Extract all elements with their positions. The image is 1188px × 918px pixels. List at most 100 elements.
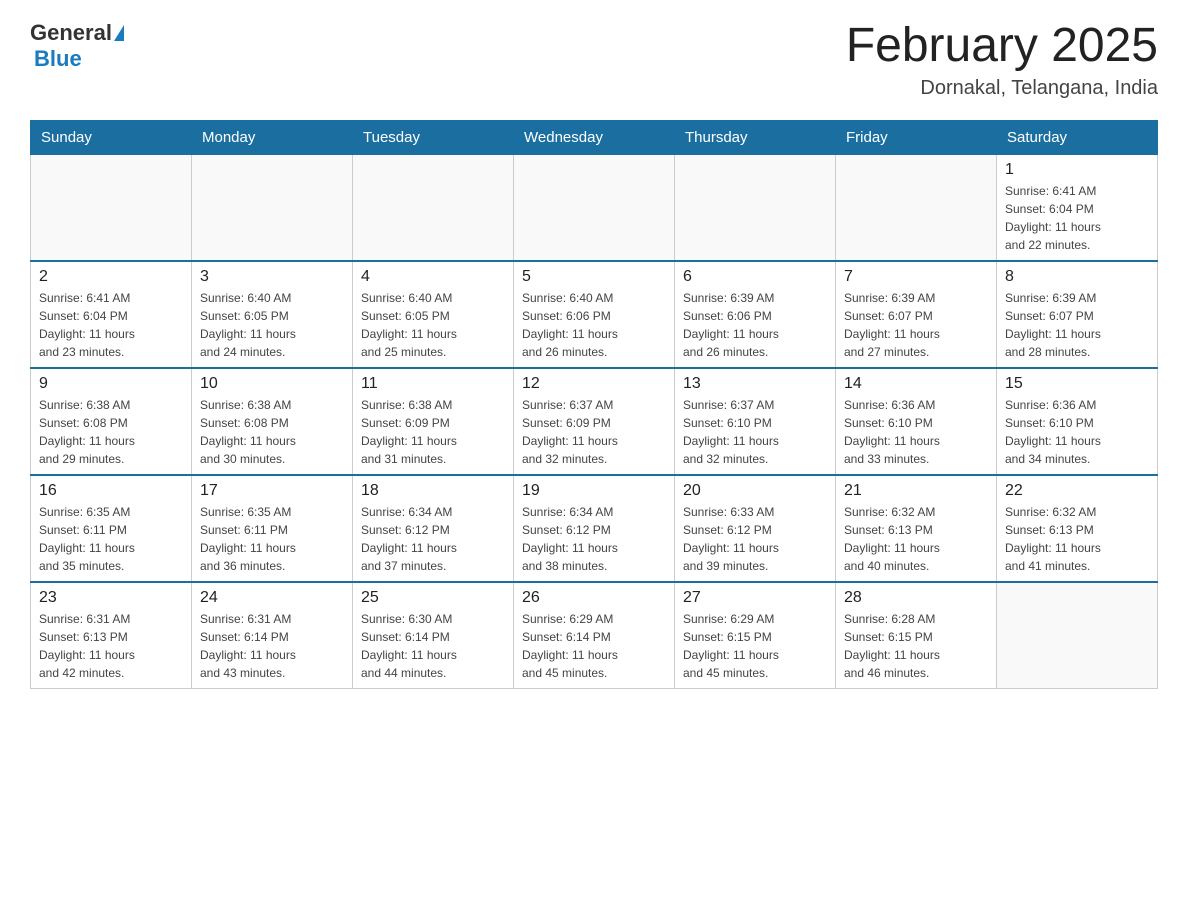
day-info: Sunrise: 6:31 AMSunset: 6:14 PMDaylight:… — [200, 610, 344, 682]
day-info: Sunrise: 6:36 AMSunset: 6:10 PMDaylight:… — [844, 396, 988, 468]
day-number: 10 — [200, 375, 344, 393]
calendar-cell: 19 Sunrise: 6:34 AMSunset: 6:12 PMDayligh… — [514, 475, 675, 582]
calendar-cell: 12 Sunrise: 6:37 AMSunset: 6:09 PMDayligh… — [514, 368, 675, 475]
calendar-cell: 9 Sunrise: 6:38 AMSunset: 6:08 PMDaylight… — [31, 368, 192, 475]
calendar-cell: 2Sunrise: 6:41 AMSunset: 6:04 PMDaylight… — [31, 261, 192, 368]
calendar-subtitle: Dornakal, Telangana, India — [846, 77, 1158, 100]
day-info: Sunrise: 6:34 AMSunset: 6:12 PMDaylight:… — [361, 503, 505, 575]
calendar-week-row: 23 Sunrise: 6:31 AMSunset: 6:13 PMDayligh… — [31, 582, 1158, 689]
calendar-cell: 28 Sunrise: 6:28 AMSunset: 6:15 PMDayligh… — [836, 582, 997, 689]
day-number: 19 — [522, 482, 666, 500]
day-number: 24 — [200, 589, 344, 607]
calendar-cell: 26Sunrise: 6:29 AMSunset: 6:14 PMDayligh… — [514, 582, 675, 689]
day-of-week-header: Monday — [192, 120, 353, 154]
calendar-cell: 5Sunrise: 6:40 AMSunset: 6:06 PMDaylight… — [514, 261, 675, 368]
calendar-week-row: 1 Sunrise: 6:41 AMSunset: 6:04 PMDaylight… — [31, 154, 1158, 261]
calendar-cell — [836, 154, 997, 261]
day-number: 25 — [361, 589, 505, 607]
day-info: Sunrise: 6:32 AMSunset: 6:13 PMDaylight:… — [1005, 503, 1149, 575]
day-number: 11 — [361, 375, 505, 393]
day-info: Sunrise: 6:33 AMSunset: 6:12 PMDaylight:… — [683, 503, 827, 575]
day-info: Sunrise: 6:29 AMSunset: 6:15 PMDaylight:… — [683, 610, 827, 682]
day-number: 9 — [39, 375, 183, 393]
calendar-cell: 23 Sunrise: 6:31 AMSunset: 6:13 PMDayligh… — [31, 582, 192, 689]
day-of-week-header: Friday — [836, 120, 997, 154]
day-info: Sunrise: 6:38 AMSunset: 6:08 PMDaylight:… — [200, 396, 344, 468]
calendar-cell: 7Sunrise: 6:39 AMSunset: 6:07 PMDaylight… — [836, 261, 997, 368]
calendar-table: SundayMondayTuesdayWednesdayThursdayFrid… — [30, 120, 1158, 689]
day-info: Sunrise: 6:40 AMSunset: 6:05 PMDaylight:… — [200, 289, 344, 361]
calendar-cell: 24 Sunrise: 6:31 AMSunset: 6:14 PMDayligh… — [192, 582, 353, 689]
day-info: Sunrise: 6:41 AMSunset: 6:04 PMDaylight:… — [1005, 182, 1149, 254]
day-number: 14 — [844, 375, 988, 393]
calendar-cell: 27Sunrise: 6:29 AMSunset: 6:15 PMDayligh… — [675, 582, 836, 689]
calendar-cell — [514, 154, 675, 261]
day-info: Sunrise: 6:28 AMSunset: 6:15 PMDaylight:… — [844, 610, 988, 682]
calendar-cell — [192, 154, 353, 261]
day-info: Sunrise: 6:30 AMSunset: 6:14 PMDaylight:… — [361, 610, 505, 682]
calendar-cell — [675, 154, 836, 261]
day-info: Sunrise: 6:38 AMSunset: 6:08 PMDaylight:… — [39, 396, 183, 468]
calendar-cell: 4Sunrise: 6:40 AMSunset: 6:05 PMDaylight… — [353, 261, 514, 368]
calendar-cell: 14 Sunrise: 6:36 AMSunset: 6:10 PMDayligh… — [836, 368, 997, 475]
day-info: Sunrise: 6:37 AMSunset: 6:09 PMDaylight:… — [522, 396, 666, 468]
day-number: 3 — [200, 268, 344, 286]
calendar-cell: 16 Sunrise: 6:35 AMSunset: 6:11 PMDayligh… — [31, 475, 192, 582]
day-number: 13 — [683, 375, 827, 393]
day-number: 17 — [200, 482, 344, 500]
day-info: Sunrise: 6:36 AMSunset: 6:10 PMDaylight:… — [1005, 396, 1149, 468]
calendar-cell: 22 Sunrise: 6:32 AMSunset: 6:13 PMDayligh… — [997, 475, 1158, 582]
day-number: 28 — [844, 589, 988, 607]
calendar-cell: 6Sunrise: 6:39 AMSunset: 6:06 PMDaylight… — [675, 261, 836, 368]
day-of-week-header: Saturday — [997, 120, 1158, 154]
day-of-week-header: Thursday — [675, 120, 836, 154]
day-info: Sunrise: 6:40 AMSunset: 6:05 PMDaylight:… — [361, 289, 505, 361]
day-info: Sunrise: 6:31 AMSunset: 6:13 PMDaylight:… — [39, 610, 183, 682]
calendar-cell: 11 Sunrise: 6:38 AMSunset: 6:09 PMDayligh… — [353, 368, 514, 475]
day-number: 18 — [361, 482, 505, 500]
day-number: 20 — [683, 482, 827, 500]
day-number: 23 — [39, 589, 183, 607]
day-number: 16 — [39, 482, 183, 500]
calendar-header-row: SundayMondayTuesdayWednesdayThursdayFrid… — [31, 120, 1158, 154]
calendar-cell: 10 Sunrise: 6:38 AMSunset: 6:08 PMDayligh… — [192, 368, 353, 475]
day-number: 22 — [1005, 482, 1149, 500]
calendar-cell: 17 Sunrise: 6:35 AMSunset: 6:11 PMDayligh… — [192, 475, 353, 582]
calendar-cell: 13 Sunrise: 6:37 AMSunset: 6:10 PMDayligh… — [675, 368, 836, 475]
calendar-cell: 18 Sunrise: 6:34 AMSunset: 6:12 PMDayligh… — [353, 475, 514, 582]
header: General Blue February 2025 Dornakal, Tel… — [30, 20, 1158, 100]
calendar-cell: 25 Sunrise: 6:30 AMSunset: 6:14 PMDayligh… — [353, 582, 514, 689]
day-info: Sunrise: 6:41 AMSunset: 6:04 PMDaylight:… — [39, 289, 183, 361]
day-number: 12 — [522, 375, 666, 393]
day-info: Sunrise: 6:38 AMSunset: 6:09 PMDaylight:… — [361, 396, 505, 468]
day-number: 26 — [522, 589, 666, 607]
logo: General Blue — [30, 20, 124, 72]
title-area: February 2025 Dornakal, Telangana, India — [846, 20, 1158, 100]
day-number: 15 — [1005, 375, 1149, 393]
day-number: 1 — [1005, 161, 1149, 179]
day-of-week-header: Tuesday — [353, 120, 514, 154]
day-info: Sunrise: 6:39 AMSunset: 6:07 PMDaylight:… — [844, 289, 988, 361]
calendar-cell — [353, 154, 514, 261]
calendar-cell: 15 Sunrise: 6:36 AMSunset: 6:10 PMDayligh… — [997, 368, 1158, 475]
day-info: Sunrise: 6:39 AMSunset: 6:07 PMDaylight:… — [1005, 289, 1149, 361]
day-number: 21 — [844, 482, 988, 500]
day-info: Sunrise: 6:34 AMSunset: 6:12 PMDaylight:… — [522, 503, 666, 575]
logo-general-text: General — [30, 20, 112, 46]
calendar-title: February 2025 — [846, 20, 1158, 73]
logo-blue-text: Blue — [34, 46, 82, 71]
day-info: Sunrise: 6:40 AMSunset: 6:06 PMDaylight:… — [522, 289, 666, 361]
day-of-week-header: Sunday — [31, 120, 192, 154]
calendar-cell — [997, 582, 1158, 689]
calendar-cell: 20 Sunrise: 6:33 AMSunset: 6:12 PMDayligh… — [675, 475, 836, 582]
day-info: Sunrise: 6:35 AMSunset: 6:11 PMDaylight:… — [39, 503, 183, 575]
day-info: Sunrise: 6:35 AMSunset: 6:11 PMDaylight:… — [200, 503, 344, 575]
calendar-week-row: 16 Sunrise: 6:35 AMSunset: 6:11 PMDayligh… — [31, 475, 1158, 582]
day-of-week-header: Wednesday — [514, 120, 675, 154]
calendar-cell: 21Sunrise: 6:32 AMSunset: 6:13 PMDayligh… — [836, 475, 997, 582]
calendar-cell: 3 Sunrise: 6:40 AMSunset: 6:05 PMDaylight… — [192, 261, 353, 368]
day-info: Sunrise: 6:37 AMSunset: 6:10 PMDaylight:… — [683, 396, 827, 468]
day-info: Sunrise: 6:39 AMSunset: 6:06 PMDaylight:… — [683, 289, 827, 361]
day-number: 8 — [1005, 268, 1149, 286]
calendar-cell: 8 Sunrise: 6:39 AMSunset: 6:07 PMDaylight… — [997, 261, 1158, 368]
